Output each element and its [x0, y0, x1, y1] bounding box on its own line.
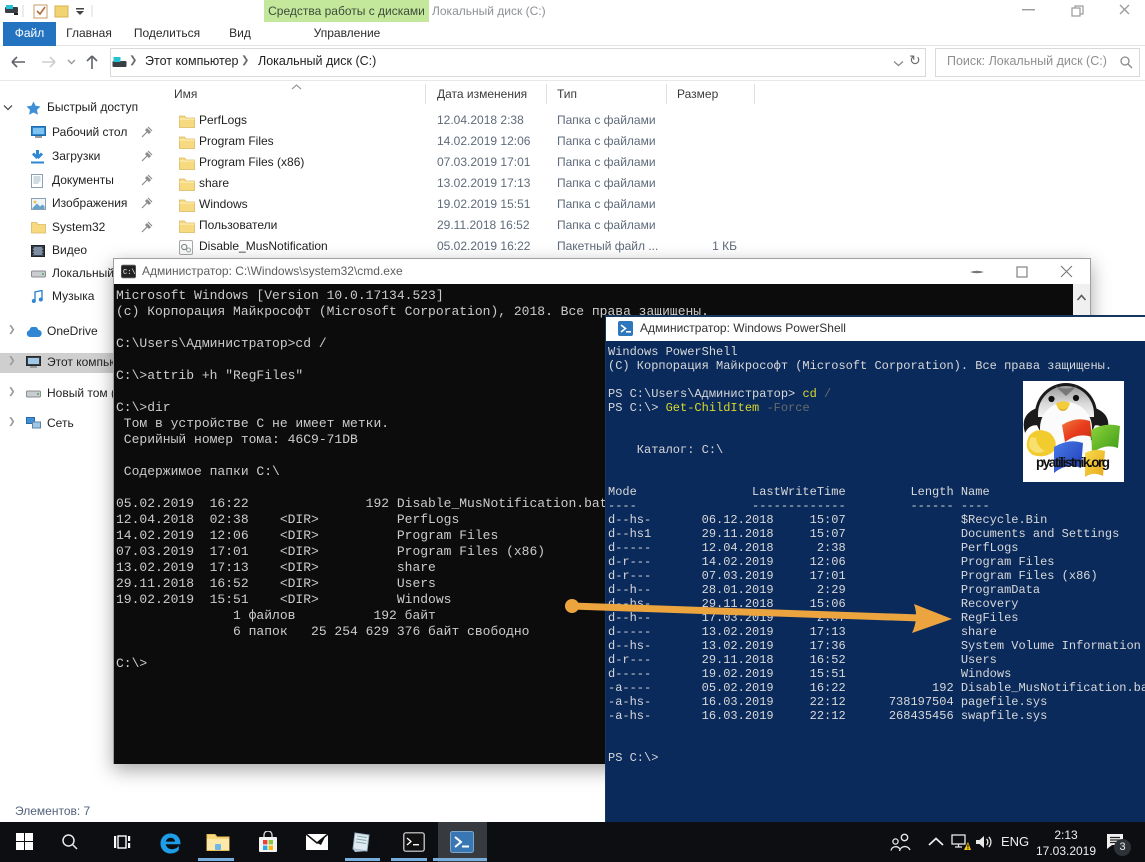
- svg-text:C:\: C:\: [123, 269, 136, 277]
- svg-text:pyatilistnik.org: pyatilistnik.org: [1036, 455, 1110, 470]
